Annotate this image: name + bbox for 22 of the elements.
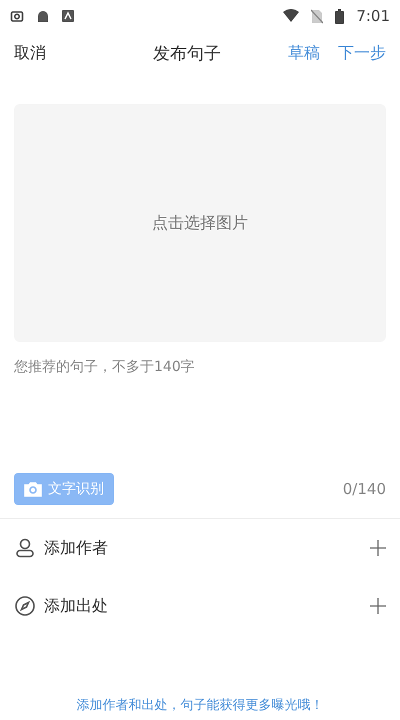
compass-icon <box>14 595 36 617</box>
wifi-icon <box>283 9 300 23</box>
plus-icon[interactable] <box>370 598 386 614</box>
char-counter: 0/140 <box>342 480 386 498</box>
camera-icon <box>10 9 24 23</box>
camera-icon <box>24 481 42 497</box>
battery-icon <box>335 8 344 24</box>
row-label[interactable]: 添加作者 <box>44 538 362 558</box>
image-picker[interactable]: 点击选择图片 <box>14 104 386 342</box>
notification-icon <box>62 10 74 22</box>
next-link[interactable]: 下一步 <box>338 42 386 64</box>
draft-link[interactable]: 草稿 <box>288 42 320 64</box>
page-title: 发布句子 <box>153 42 221 64</box>
clock-time: 7:01 <box>356 7 390 25</box>
no-sim-icon <box>311 8 324 24</box>
person-icon <box>14 537 36 559</box>
android-icon <box>36 9 50 23</box>
footer-hint: 添加作者和出处，句子能获得更多曝光哦！ <box>76 697 324 714</box>
plus-icon[interactable] <box>370 540 386 556</box>
cancel-link[interactable]: 取消 <box>14 42 46 64</box>
picker-label: 点击选择图片 <box>152 212 248 234</box>
row-label[interactable]: 添加出处 <box>44 596 362 616</box>
